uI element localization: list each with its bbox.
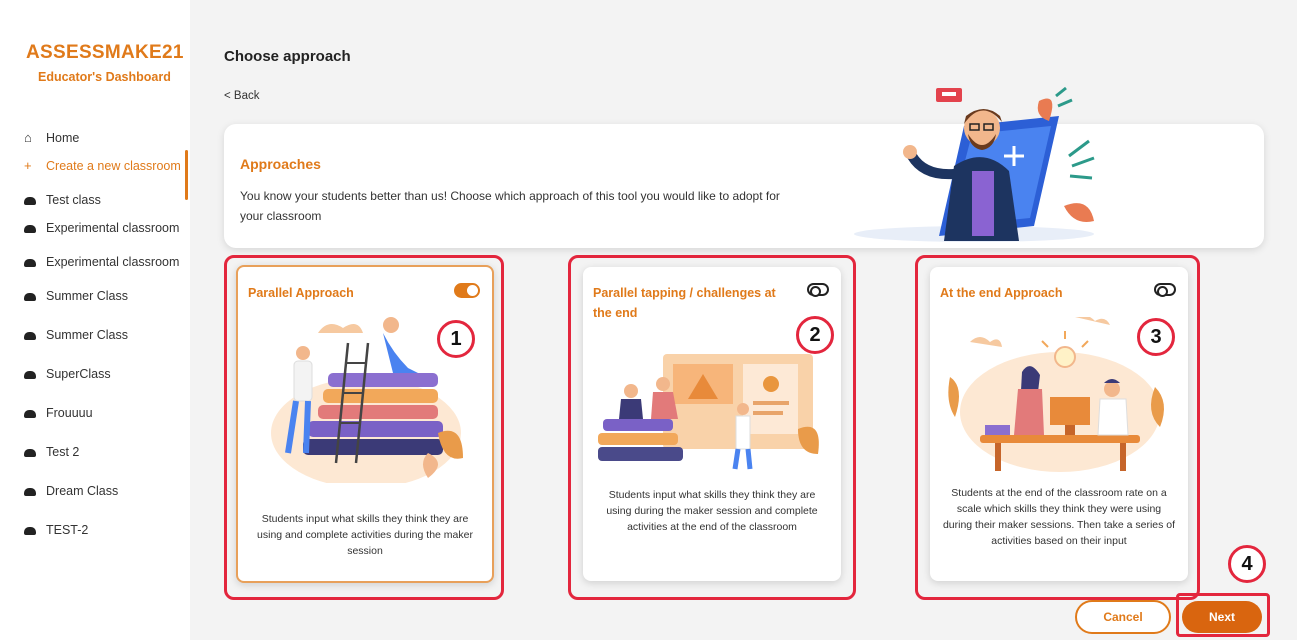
car-icon bbox=[24, 197, 36, 205]
card-description: Students input what skills they think th… bbox=[257, 513, 473, 557]
card-title: At the end Approach bbox=[940, 286, 1063, 300]
sidebar-item-classroom[interactable]: Summer Class bbox=[24, 325, 190, 345]
parallel-approach-card[interactable]: Parallel Approach Students input what sk… bbox=[236, 265, 494, 583]
sidebar-item-label: Experimental classroom bbox=[46, 255, 180, 269]
sidebar-item-classroom[interactable]: Summer Class bbox=[24, 286, 190, 306]
parallel-tapping-card[interactable]: Parallel tapping / challenges at the end… bbox=[583, 267, 841, 581]
approach-toggle[interactable] bbox=[1154, 283, 1176, 297]
sidebar-item-classroom[interactable]: Experimental classroom bbox=[24, 218, 190, 238]
approaches-title: Approaches bbox=[240, 156, 321, 172]
approach-toggle[interactable] bbox=[807, 283, 829, 297]
sidebar-item-label: Summer Class bbox=[46, 328, 128, 342]
sidebar-item-create-classroom[interactable]: + Create a new classroom bbox=[24, 150, 190, 200]
sidebar-item-label: Summer Class bbox=[46, 289, 128, 303]
back-link[interactable]: < Back bbox=[224, 90, 259, 102]
car-icon bbox=[24, 259, 36, 267]
card-title: Parallel Approach bbox=[248, 286, 354, 300]
annotation-number: 3 bbox=[1137, 318, 1175, 356]
annotation-number: 4 bbox=[1228, 545, 1266, 583]
approaches-description: You know your students better than us! C… bbox=[240, 189, 780, 223]
card-description: Students input what skills they think th… bbox=[606, 489, 818, 533]
sidebar-item-classroom[interactable]: Frouuuu bbox=[24, 403, 190, 423]
sidebar-item-classroom[interactable]: Dream Class bbox=[24, 481, 190, 501]
annotation-number: 1 bbox=[437, 320, 475, 358]
car-icon bbox=[24, 527, 36, 535]
brand-subtitle: Educator's Dashboard bbox=[38, 70, 171, 84]
next-button[interactable]: Next bbox=[1182, 601, 1262, 633]
sidebar-item-label: SuperClass bbox=[46, 367, 111, 381]
car-icon bbox=[24, 371, 36, 379]
car-icon bbox=[24, 410, 36, 418]
sidebar-item-classroom[interactable]: TEST-2 bbox=[24, 520, 190, 540]
car-icon bbox=[24, 488, 36, 496]
sidebar-item-label: Test 2 bbox=[46, 445, 80, 459]
page-title: Choose approach bbox=[224, 48, 351, 65]
sidebar-item-classroom[interactable]: SuperClass bbox=[24, 364, 190, 384]
plus-icon: + bbox=[24, 158, 32, 173]
brand-title: ASSESSMAKE21 bbox=[26, 42, 184, 63]
sidebar-item-label: Dream Class bbox=[46, 484, 119, 498]
card-description: Students at the end of the classroom rat… bbox=[942, 487, 1176, 547]
sidebar-item-classroom[interactable]: Experimental classroom bbox=[24, 252, 190, 272]
sidebar-item-label: TEST-2 bbox=[46, 523, 89, 537]
car-icon bbox=[24, 332, 36, 340]
sidebar-item-label: Frouuuu bbox=[46, 406, 93, 420]
card-title: Parallel tapping / challenges at the end bbox=[593, 286, 776, 320]
car-icon bbox=[24, 293, 36, 301]
sidebar-item-home[interactable]: ⌂ Home bbox=[24, 128, 190, 148]
sidebar-item-label: Test class bbox=[46, 193, 101, 207]
sidebar-nav: ⌂ Home + Create a new classroom Test clas… bbox=[24, 128, 190, 548]
car-icon bbox=[24, 449, 36, 457]
sidebar-item-label: Home bbox=[46, 131, 80, 145]
sidebar-item-classroom[interactable]: Test 2 bbox=[24, 442, 190, 462]
annotation-number: 2 bbox=[796, 316, 834, 354]
home-icon: ⌂ bbox=[24, 130, 32, 145]
approach-toggle[interactable] bbox=[454, 283, 480, 298]
sidebar-item-label: Create a new classroom bbox=[46, 159, 181, 173]
sidebar-item-label: Experimental classroom bbox=[46, 221, 180, 235]
sidebar-item-classroom[interactable]: Test class bbox=[24, 190, 190, 210]
teacher-illustration bbox=[854, 86, 1095, 242]
car-icon bbox=[24, 225, 36, 233]
sidebar: ASSESSMAKE21 Educator's Dashboard ⌂ Home… bbox=[0, 0, 190, 640]
at-the-end-approach-card[interactable]: At the end Approach Students at the end … bbox=[930, 267, 1188, 581]
cancel-button[interactable]: Cancel bbox=[1075, 600, 1171, 634]
parallel-tapping-illustration bbox=[598, 354, 819, 470]
approaches-card: Approaches You know your students better… bbox=[224, 86, 1264, 248]
